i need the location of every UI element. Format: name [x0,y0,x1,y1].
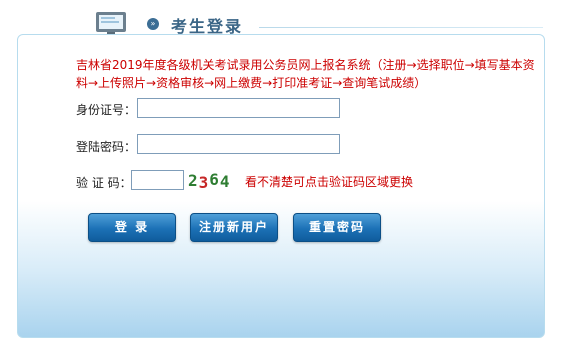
password-label: 登陆密码： [76,140,137,154]
system-notice: 吉林省2019年度各级机关考试录用公务员网上报名系统（注册→选择职位→填写基本资… [76,58,535,90]
captcha-input[interactable] [131,170,184,190]
register-button[interactable]: 注册新用户 [190,213,278,242]
id-number-input[interactable] [137,98,340,118]
id-number-label: 身份证号： [76,103,137,117]
password-input[interactable] [137,134,340,154]
captcha-char: 4 [219,172,231,191]
header-divider [259,27,543,28]
captcha-label: 验 证 码： [76,176,132,190]
reset-password-button[interactable]: 重置密码 [293,213,381,242]
captcha-char: 3 [198,173,210,192]
captcha-image[interactable]: 2364 [188,170,242,192]
login-button[interactable]: 登 录 [88,213,176,242]
title-arrow-icon: » [147,18,159,30]
captcha-char: 2 [188,171,199,190]
captcha-refresh-hint: 看不清楚可点击验证码区域更换 [245,175,414,189]
captcha-char: 6 [209,170,220,189]
